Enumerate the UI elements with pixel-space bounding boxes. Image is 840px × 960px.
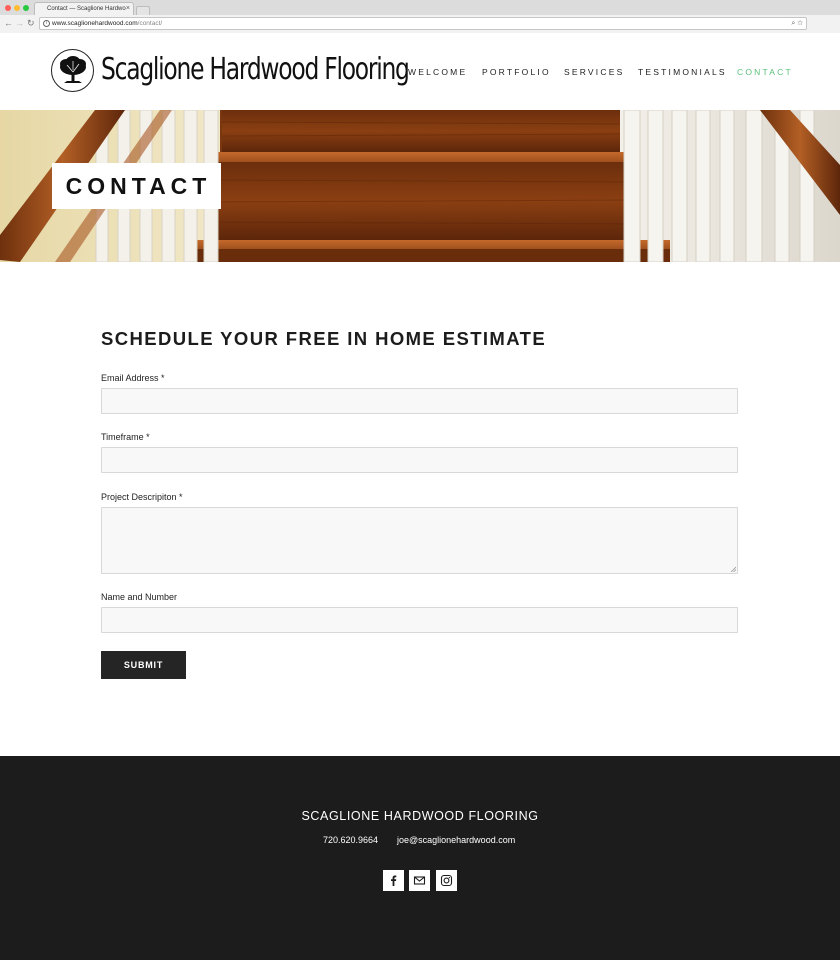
footer-phone[interactable]: 720.620.9664 [323, 835, 378, 845]
reload-icon[interactable]: ↻ [27, 18, 35, 29]
zoom-icon[interactable]: ⌕ [791, 20, 795, 27]
name-number-label: Name and Number [101, 592, 178, 602]
submit-button[interactable]: SUBMIT [101, 651, 186, 679]
timeframe-field[interactable] [101, 447, 738, 473]
browser-toolbar: ← → ↻ i www.scaglionehardwood.com/contac… [0, 15, 840, 33]
address-bar[interactable]: i www.scaglionehardwood.com/contact/ ⌕ ☆ [39, 17, 807, 30]
close-window-button[interactable] [5, 5, 11, 11]
bookmark-star-icon[interactable]: ☆ [797, 20, 803, 27]
site-footer: SCAGLIONE HARDWOOD FLOORING 720.620.9664… [0, 756, 840, 960]
name-number-field[interactable] [101, 607, 738, 633]
forward-icon[interactable]: → [15, 18, 24, 29]
nav-services[interactable]: SERVICES [564, 67, 624, 77]
instagram-icon[interactable] [436, 870, 457, 891]
nav-contact[interactable]: CONTACT [737, 67, 793, 77]
project-description-textarea[interactable] [101, 507, 738, 574]
info-icon[interactable]: i [43, 20, 50, 27]
new-tab-button[interactable] [136, 6, 150, 15]
tree-logo-icon[interactable] [51, 49, 94, 92]
page-title: CONTACT [65, 173, 212, 199]
url-domain: www.scaglionehardwood.com [52, 20, 138, 27]
browser-chrome: Contact — Scaglione Hardwo × ← → ↻ i www… [0, 0, 840, 33]
site-header: Scaglione Hardwood Flooring WELCOME PORT… [0, 33, 840, 110]
maximize-window-button[interactable] [23, 5, 29, 11]
resize-handle-icon[interactable] [730, 566, 736, 572]
hero-banner: CONTACT [0, 110, 840, 262]
minimize-window-button[interactable] [14, 5, 20, 11]
email-field[interactable] [101, 388, 738, 414]
tab-bar: Contact — Scaglione Hardwo × [0, 0, 840, 15]
email-label: Email Address * [101, 373, 165, 383]
form-heading: SCHEDULE YOUR FREE IN HOME ESTIMATE [101, 328, 547, 349]
nav-welcome[interactable]: WELCOME [408, 67, 467, 77]
site-logo-text[interactable]: Scaglione Hardwood Flooring [101, 51, 410, 89]
nav-portfolio[interactable]: PORTFOLIO [482, 67, 551, 77]
back-icon[interactable]: ← [4, 18, 13, 29]
project-description-label: Project Descripiton * [101, 492, 183, 502]
browser-tab[interactable]: Contact — Scaglione Hardwo × [34, 2, 134, 15]
facebook-icon[interactable] [383, 870, 404, 891]
tab-title: Contact — Scaglione Hardwo [47, 6, 126, 12]
footer-email[interactable]: joe@scaglionehardwood.com [397, 835, 515, 845]
email-icon[interactable] [409, 870, 430, 891]
hero-title-box: CONTACT [52, 163, 221, 209]
url-path: /contact/ [137, 20, 163, 27]
timeframe-label: Timeframe * [101, 432, 150, 442]
nav-testimonials[interactable]: TESTIMONIALS [638, 67, 727, 77]
footer-company-name: SCAGLIONE HARDWOOD FLOORING [301, 809, 539, 823]
tab-close-icon[interactable]: × [126, 3, 130, 15]
